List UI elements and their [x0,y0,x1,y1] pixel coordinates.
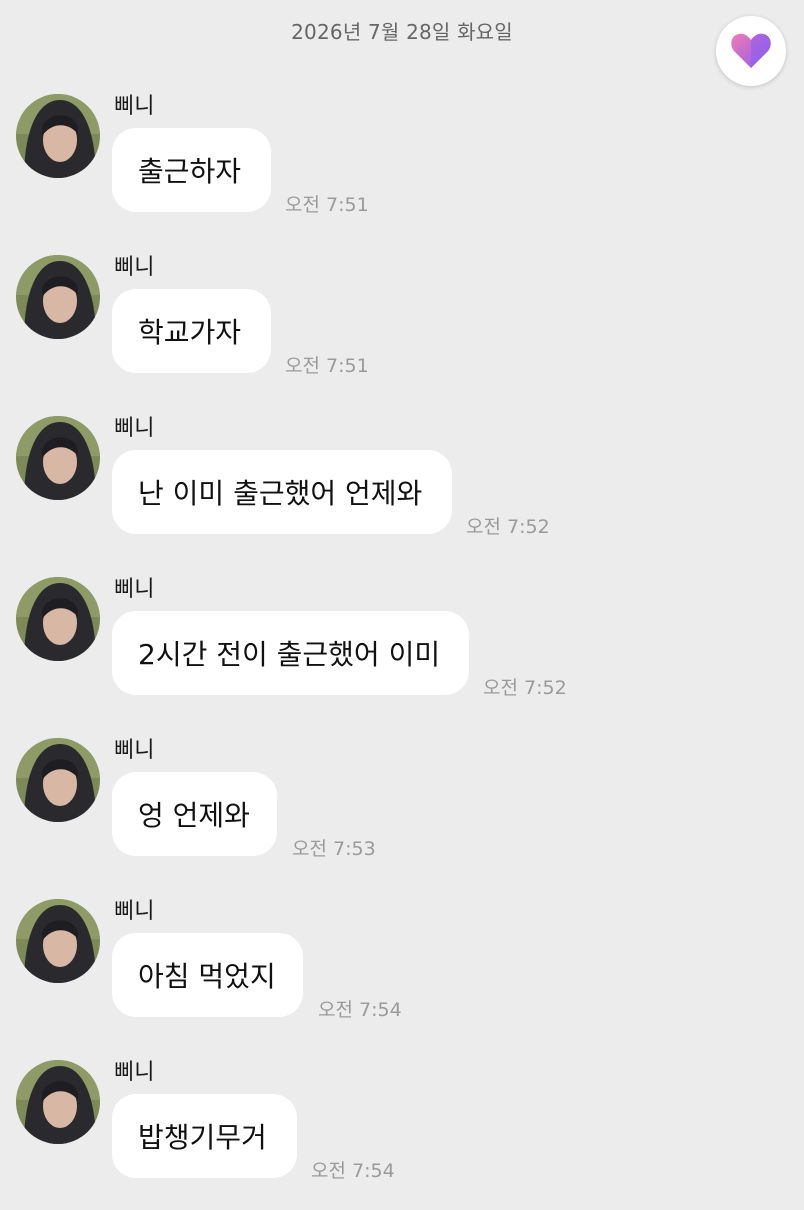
avatar[interactable] [16,416,100,500]
sender-name: 삐니 [114,738,155,763]
avatar[interactable] [16,899,100,983]
message-row: 삐니 아침 먹었지 오전 7:54 [0,899,804,1049]
message-bubble[interactable]: 난 이미 출근했어 언제와 [112,450,452,534]
message-row: 삐니 밥챙기무거 오전 7:54 [0,1060,804,1210]
message-time: 오전 7:54 [318,999,402,1021]
heart-button[interactable] [716,16,786,86]
message-time: 오전 7:52 [466,516,550,538]
message-row: 삐니 학교가자 오전 7:51 [0,255,804,405]
message-time: 오전 7:51 [285,355,369,377]
message-bubble[interactable]: 2시간 전이 출근했어 이미 [112,611,469,695]
message-row: 삐니 엉 언제와 오전 7:53 [0,738,804,888]
message-row: 삐니 2시간 전이 출근했어 이미 오전 7:52 [0,577,804,727]
sender-name: 삐니 [114,899,155,924]
message-bubble[interactable]: 엉 언제와 [112,772,277,856]
avatar[interactable] [16,255,100,339]
heart-icon [731,33,771,68]
sender-name: 삐니 [114,1060,155,1085]
date-header: 2026년 7월 28일 화요일 [291,20,513,44]
avatar[interactable] [16,738,100,822]
sender-name: 삐니 [114,416,155,441]
message-time: 오전 7:54 [311,1160,395,1182]
message-time: 오전 7:51 [285,194,369,216]
message-bubble[interactable]: 출근하자 [112,128,271,212]
sender-name: 삐니 [114,255,155,280]
message-bubble[interactable]: 학교가자 [112,289,271,373]
avatar[interactable] [16,94,100,178]
avatar[interactable] [16,577,100,661]
sender-name: 삐니 [114,577,155,602]
message-time: 오전 7:52 [483,677,567,699]
message-bubble[interactable]: 밥챙기무거 [112,1094,297,1178]
message-time: 오전 7:53 [292,838,376,860]
sender-name: 삐니 [114,94,155,119]
message-bubble[interactable]: 아침 먹었지 [112,933,303,1017]
avatar[interactable] [16,1060,100,1144]
message-row: 삐니 출근하자 오전 7:51 [0,94,804,244]
message-row: 삐니 난 이미 출근했어 언제와 오전 7:52 [0,416,804,566]
